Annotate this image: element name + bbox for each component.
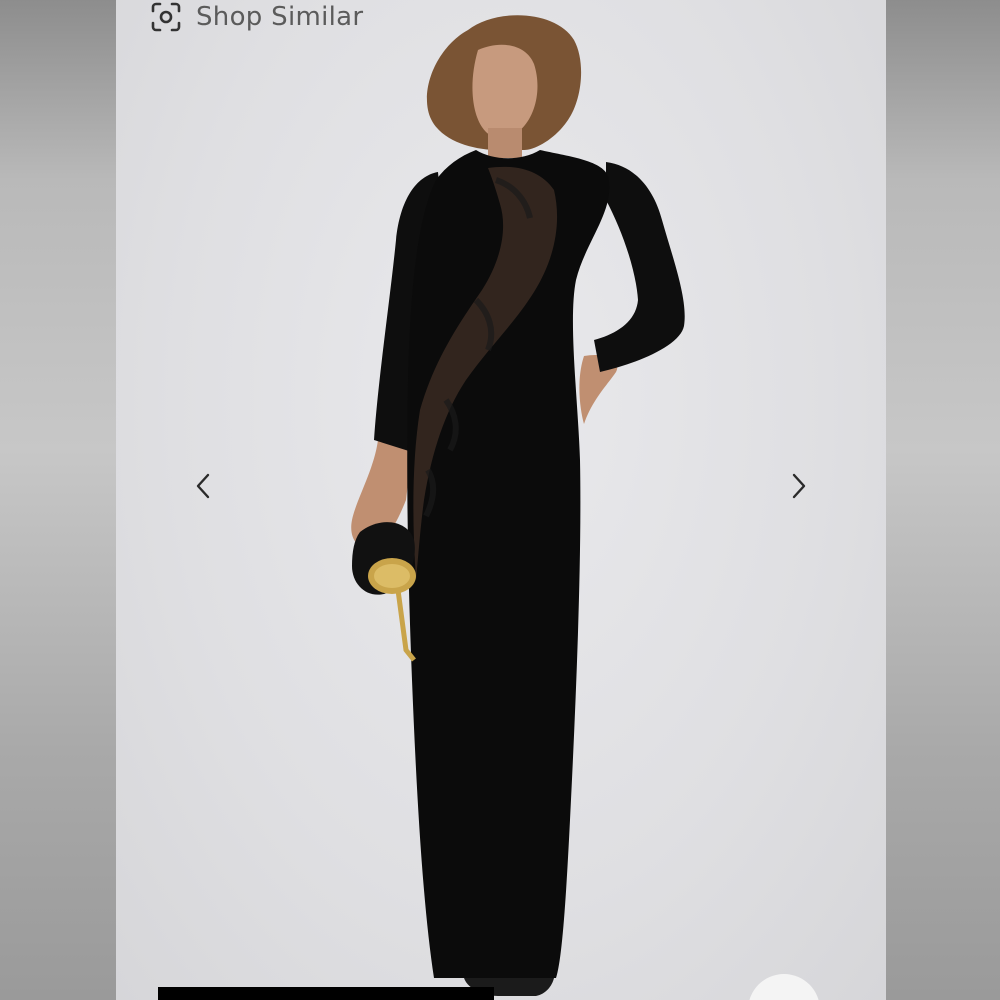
product-photo [351,15,685,996]
visual-search-icon [151,2,181,32]
chevron-left-icon [196,473,210,499]
previous-image-button[interactable] [188,470,218,502]
shop-similar-button[interactable]: Shop Similar [150,0,363,34]
model-neck [488,128,522,158]
product-image-viewer[interactable]: Shop Similar [116,0,886,1000]
blurred-background-left [0,0,116,1000]
blurred-background-right [886,0,1000,1000]
shop-similar-label: Shop Similar [196,2,364,32]
chevron-right-icon [792,473,806,499]
bottom-action-bar[interactable] [158,987,494,1000]
next-image-button[interactable] [784,470,814,502]
